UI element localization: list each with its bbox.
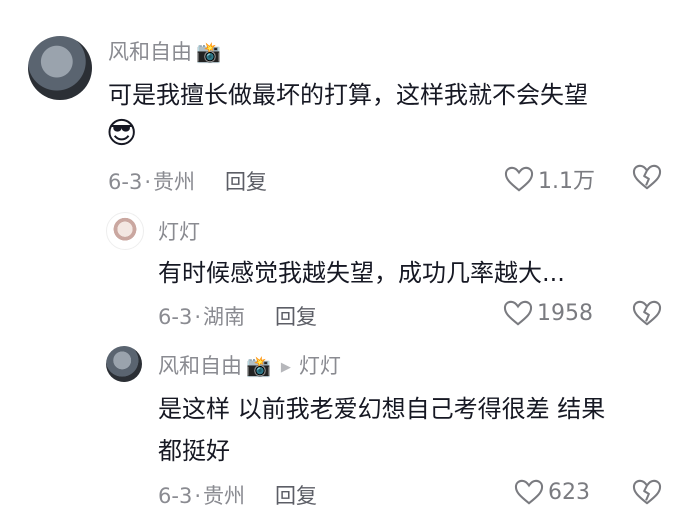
username-text[interactable]: 风和自由 (158, 354, 242, 378)
heart-icon (504, 166, 534, 192)
username-text[interactable]: 风和自由 (108, 40, 192, 64)
avatar[interactable] (28, 36, 92, 100)
heart-icon (503, 300, 533, 326)
username[interactable]: 风和自由 📸 (108, 36, 221, 66)
comment-meta: 6-3·贵州 回复 (108, 170, 267, 194)
comment-text-line: 是这样 以前我老爱幻想自己考得很差 结果 (158, 395, 606, 423)
like-button[interactable]: 1958 (503, 299, 593, 327)
avatar[interactable] (106, 346, 142, 382)
comment-text: 是这样 以前我老爱幻想自己考得很差 结果 都挺好 (158, 388, 605, 472)
like-count: 623 (548, 479, 590, 505)
comment-location: 湖南 (203, 305, 245, 329)
broken-heart-icon (632, 479, 662, 505)
broken-heart-icon (632, 300, 662, 326)
reply-arrow-icon: ▶ (280, 360, 291, 375)
comment-meta: 6-3·湖南 回复 (158, 305, 317, 329)
avatar[interactable] (106, 212, 144, 250)
comment-date: 6-3 (158, 305, 193, 329)
dislike-button[interactable] (632, 299, 662, 331)
comment-location: 贵州 (153, 170, 195, 194)
like-button[interactable]: 623 (514, 478, 590, 506)
camera-icon: 📸 (246, 354, 271, 378)
dislike-button[interactable] (632, 163, 662, 195)
username[interactable]: 风和自由 📸 ▶ 灯灯 (158, 350, 341, 380)
username[interactable]: 灯灯 (158, 216, 200, 246)
dislike-button[interactable] (632, 478, 662, 510)
comment-date: 6-3 (158, 484, 193, 508)
reply-to-username[interactable]: 灯灯 (299, 354, 341, 378)
comment-text-line: 都挺好 (158, 437, 230, 465)
comment-text: 有时候感觉我越失望，成功几率越大... (158, 259, 565, 287)
broken-heart-icon (632, 164, 662, 190)
comment-date: 6-3 (108, 170, 143, 194)
reply-button[interactable]: 回复 (275, 305, 317, 329)
comment-location: 贵州 (203, 484, 245, 508)
reply-button[interactable]: 回复 (275, 484, 317, 508)
like-count: 1.1万 (538, 169, 595, 194)
like-button[interactable]: 1.1万 (504, 163, 595, 195)
heart-icon (514, 479, 544, 505)
sunglasses-emoji: 😎 (106, 116, 138, 151)
camera-icon: 📸 (196, 40, 221, 64)
comment-meta: 6-3·贵州 回复 (158, 484, 317, 508)
reply-button[interactable]: 回复 (225, 170, 267, 194)
like-count: 1958 (537, 300, 593, 326)
comment-text: 可是我擅长做最坏的打算，这样我就不会失望 (108, 81, 588, 109)
